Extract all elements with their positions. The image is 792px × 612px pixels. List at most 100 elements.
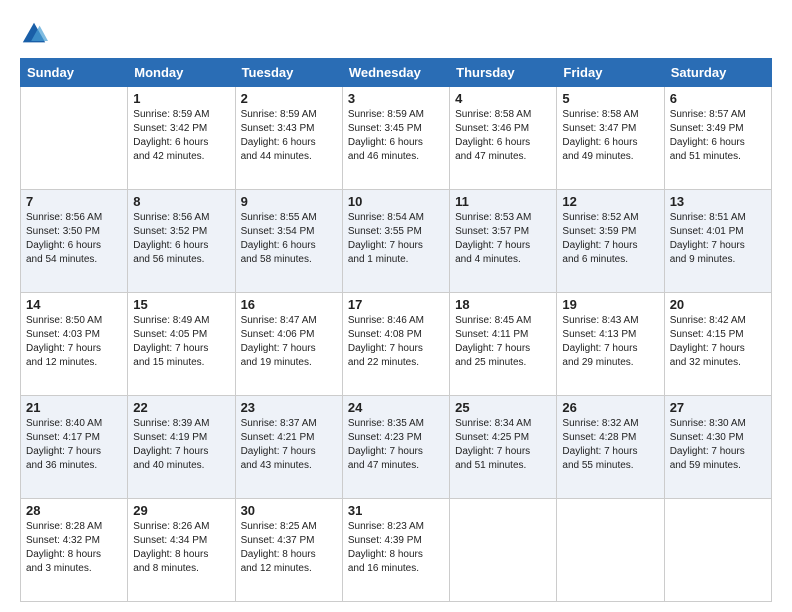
day-number: 2 xyxy=(241,91,337,106)
calendar-cell xyxy=(21,87,128,190)
calendar-cell: 18Sunrise: 8:45 AM Sunset: 4:11 PM Dayli… xyxy=(450,293,557,396)
day-number: 22 xyxy=(133,400,229,415)
day-number: 12 xyxy=(562,194,658,209)
day-number: 19 xyxy=(562,297,658,312)
calendar-day-header: Tuesday xyxy=(235,59,342,87)
day-number: 4 xyxy=(455,91,551,106)
calendar-cell: 22 Sunrise: 8:39 AM Sunset: 4:19 PM Dayli… xyxy=(128,396,235,499)
day-info: Sunrise: 8:28 AM Sunset: 4:32 PM Dayligh… xyxy=(26,520,122,576)
calendar-cell: 4 Sunrise: 8:58 AM Sunset: 3:46 PM Daylig… xyxy=(450,87,557,190)
day-info: Sunrise: 8:23 AM Sunset: 4:39 PM Dayligh… xyxy=(348,520,444,576)
calendar-cell: 21 Sunrise: 8:40 AM Sunset: 4:17 PM Dayli… xyxy=(21,396,128,499)
day-info: Sunrise: 8:46 AM Sunset: 4:08 PM Dayligh… xyxy=(348,314,444,370)
day-number: 20 xyxy=(670,297,766,312)
day-info: Sunrise: 8:40 AM Sunset: 4:17 PM Dayligh… xyxy=(26,417,122,473)
day-number: 18 xyxy=(455,297,551,312)
day-number: 11 xyxy=(455,194,551,209)
header xyxy=(20,20,772,48)
day-number: 15 xyxy=(133,297,229,312)
calendar-cell: 29 Sunrise: 8:26 AM Sunset: 4:34 PM Dayli… xyxy=(128,499,235,602)
day-number: 3 xyxy=(348,91,444,106)
day-number: 5 xyxy=(562,91,658,106)
day-number: 31 xyxy=(348,503,444,518)
day-info: Sunrise: 8:55 AM Sunset: 3:54 PM Dayligh… xyxy=(241,211,337,267)
page: SundayMondayTuesdayWednesdayThursdayFrid… xyxy=(0,0,792,612)
calendar-cell: 2 Sunrise: 8:59 AM Sunset: 3:43 PM Daylig… xyxy=(235,87,342,190)
day-number: 23 xyxy=(241,400,337,415)
calendar-cell: 17 Sunrise: 8:46 AM Sunset: 4:08 PM Dayli… xyxy=(342,293,449,396)
calendar-cell: 15 Sunrise: 8:49 AM Sunset: 4:05 PM Dayli… xyxy=(128,293,235,396)
calendar-cell: 16 Sunrise: 8:47 AM Sunset: 4:06 PM Dayli… xyxy=(235,293,342,396)
calendar-cell: 6 Sunrise: 8:57 AM Sunset: 3:49 PM Daylig… xyxy=(664,87,771,190)
calendar-cell: 9 Sunrise: 8:55 AM Sunset: 3:54 PM Daylig… xyxy=(235,190,342,293)
calendar-cell: 27Sunrise: 8:30 AM Sunset: 4:30 PM Dayli… xyxy=(664,396,771,499)
logo xyxy=(20,20,52,48)
day-number: 10 xyxy=(348,194,444,209)
calendar-day-header: Sunday xyxy=(21,59,128,87)
day-info: Sunrise: 8:56 AM Sunset: 3:52 PM Dayligh… xyxy=(133,211,229,267)
day-number: 30 xyxy=(241,503,337,518)
calendar-cell: 12 Sunrise: 8:52 AM Sunset: 3:59 PM Dayli… xyxy=(557,190,664,293)
day-number: 17 xyxy=(348,297,444,312)
day-number: 29 xyxy=(133,503,229,518)
day-info: Sunrise: 8:51 AM Sunset: 4:01 PM Dayligh… xyxy=(670,211,766,267)
calendar-cell: 26 Sunrise: 8:32 AM Sunset: 4:28 PM Dayli… xyxy=(557,396,664,499)
calendar-week-row: 14Sunrise: 8:50 AM Sunset: 4:03 PM Dayli… xyxy=(21,293,772,396)
day-number: 21 xyxy=(26,400,122,415)
day-info: Sunrise: 8:49 AM Sunset: 4:05 PM Dayligh… xyxy=(133,314,229,370)
calendar-cell: 3 Sunrise: 8:59 AM Sunset: 3:45 PM Daylig… xyxy=(342,87,449,190)
day-info: Sunrise: 8:53 AM Sunset: 3:57 PM Dayligh… xyxy=(455,211,551,267)
calendar-header-row: SundayMondayTuesdayWednesdayThursdayFrid… xyxy=(21,59,772,87)
calendar-cell: 11 Sunrise: 8:53 AM Sunset: 3:57 PM Dayli… xyxy=(450,190,557,293)
calendar-cell xyxy=(450,499,557,602)
calendar-cell: 31 Sunrise: 8:23 AM Sunset: 4:39 PM Dayli… xyxy=(342,499,449,602)
day-info: Sunrise: 8:58 AM Sunset: 3:47 PM Dayligh… xyxy=(562,108,658,164)
day-number: 25 xyxy=(455,400,551,415)
calendar-cell: 5 Sunrise: 8:58 AM Sunset: 3:47 PM Daylig… xyxy=(557,87,664,190)
day-info: Sunrise: 8:56 AM Sunset: 3:50 PM Dayligh… xyxy=(26,211,122,267)
day-info: Sunrise: 8:37 AM Sunset: 4:21 PM Dayligh… xyxy=(241,417,337,473)
day-info: Sunrise: 8:34 AM Sunset: 4:25 PM Dayligh… xyxy=(455,417,551,473)
day-info: Sunrise: 8:54 AM Sunset: 3:55 PM Dayligh… xyxy=(348,211,444,267)
day-number: 26 xyxy=(562,400,658,415)
calendar-day-header: Monday xyxy=(128,59,235,87)
day-number: 9 xyxy=(241,194,337,209)
calendar-cell: 20 Sunrise: 8:42 AM Sunset: 4:15 PM Dayli… xyxy=(664,293,771,396)
day-number: 27 xyxy=(670,400,766,415)
day-number: 16 xyxy=(241,297,337,312)
calendar-cell: 30Sunrise: 8:25 AM Sunset: 4:37 PM Dayli… xyxy=(235,499,342,602)
day-info: Sunrise: 8:58 AM Sunset: 3:46 PM Dayligh… xyxy=(455,108,551,164)
calendar-week-row: 1Sunrise: 8:59 AM Sunset: 3:42 PM Daylig… xyxy=(21,87,772,190)
day-info: Sunrise: 8:43 AM Sunset: 4:13 PM Dayligh… xyxy=(562,314,658,370)
day-number: 14 xyxy=(26,297,122,312)
day-number: 8 xyxy=(133,194,229,209)
day-info: Sunrise: 8:57 AM Sunset: 3:49 PM Dayligh… xyxy=(670,108,766,164)
calendar-table: SundayMondayTuesdayWednesdayThursdayFrid… xyxy=(20,58,772,602)
day-info: Sunrise: 8:42 AM Sunset: 4:15 PM Dayligh… xyxy=(670,314,766,370)
day-info: Sunrise: 8:59 AM Sunset: 3:43 PM Dayligh… xyxy=(241,108,337,164)
day-number: 7 xyxy=(26,194,122,209)
day-info: Sunrise: 8:26 AM Sunset: 4:34 PM Dayligh… xyxy=(133,520,229,576)
day-number: 6 xyxy=(670,91,766,106)
calendar-day-header: Saturday xyxy=(664,59,771,87)
calendar-week-row: 7 Sunrise: 8:56 AM Sunset: 3:50 PM Daylig… xyxy=(21,190,772,293)
day-number: 28 xyxy=(26,503,122,518)
calendar-cell: 28 Sunrise: 8:28 AM Sunset: 4:32 PM Dayli… xyxy=(21,499,128,602)
calendar-day-header: Thursday xyxy=(450,59,557,87)
day-info: Sunrise: 8:32 AM Sunset: 4:28 PM Dayligh… xyxy=(562,417,658,473)
day-info: Sunrise: 8:47 AM Sunset: 4:06 PM Dayligh… xyxy=(241,314,337,370)
calendar-week-row: 21 Sunrise: 8:40 AM Sunset: 4:17 PM Dayli… xyxy=(21,396,772,499)
calendar-cell: 1Sunrise: 8:59 AM Sunset: 3:42 PM Daylig… xyxy=(128,87,235,190)
calendar-cell: 23 Sunrise: 8:37 AM Sunset: 4:21 PM Dayli… xyxy=(235,396,342,499)
calendar-cell xyxy=(664,499,771,602)
calendar-cell: 8 Sunrise: 8:56 AM Sunset: 3:52 PM Daylig… xyxy=(128,190,235,293)
calendar-day-header: Wednesday xyxy=(342,59,449,87)
calendar-cell: 10 Sunrise: 8:54 AM Sunset: 3:55 PM Dayli… xyxy=(342,190,449,293)
day-info: Sunrise: 8:35 AM Sunset: 4:23 PM Dayligh… xyxy=(348,417,444,473)
calendar-cell: 25 Sunrise: 8:34 AM Sunset: 4:25 PM Dayli… xyxy=(450,396,557,499)
day-info: Sunrise: 8:39 AM Sunset: 4:19 PM Dayligh… xyxy=(133,417,229,473)
day-info: Sunrise: 8:59 AM Sunset: 3:45 PM Dayligh… xyxy=(348,108,444,164)
calendar-cell: 24Sunrise: 8:35 AM Sunset: 4:23 PM Dayli… xyxy=(342,396,449,499)
logo-icon xyxy=(20,20,48,48)
day-info: Sunrise: 8:52 AM Sunset: 3:59 PM Dayligh… xyxy=(562,211,658,267)
